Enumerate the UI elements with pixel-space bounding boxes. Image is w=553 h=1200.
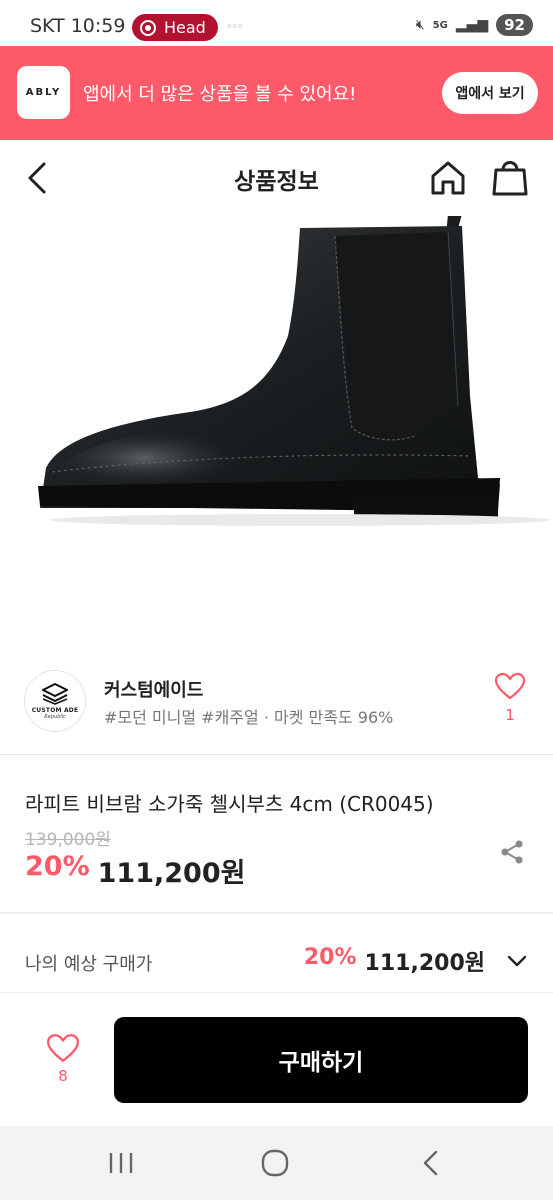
expected-price: 111,200원 [364, 951, 485, 976]
notification-icons: ◦◦◦ [226, 20, 243, 33]
chelsea-boot-image [38, 214, 550, 526]
divider [0, 912, 553, 914]
home-icon[interactable] [428, 158, 468, 198]
back-nav-icon[interactable] [420, 1148, 442, 1178]
discount-rate: 20% [25, 851, 90, 882]
recording-indicator[interactable]: Head [132, 14, 218, 41]
shopping-bag-icon[interactable] [490, 156, 530, 198]
product-name: 라피트 비브람 소가죽 첼시부츠 4cm (CR0045) [25, 792, 434, 816]
system-nav-bar [0, 1126, 553, 1200]
ably-logo: ABLY [17, 66, 70, 119]
seller-section[interactable]: CUSTOM ADE Republic 커스텀에이드 #모던 미니멀 #캐주얼 … [0, 656, 553, 754]
battery-indicator: 92 [496, 14, 533, 36]
seller-name[interactable]: 커스텀에이드 [104, 676, 203, 702]
expected-price-value: 20% 111,200원 [304, 945, 485, 977]
like-button[interactable]: 8 [44, 1033, 82, 1085]
heart-icon [46, 1034, 80, 1062]
avatar-sublabel: Republic [44, 713, 66, 720]
original-price: 139,000원 [25, 830, 111, 850]
seller-like-count: 1 [505, 706, 515, 724]
network-label: 5G [432, 19, 448, 31]
product-image[interactable] [0, 214, 553, 656]
recent-apps-icon[interactable] [106, 1150, 136, 1176]
avatar-label: CUSTOM ADE [31, 706, 79, 714]
price-row: 20% 111,200원 [25, 851, 245, 890]
seller-logo-icon [42, 682, 68, 705]
bottom-action-bar: 8 구매하기 [0, 992, 553, 1126]
sale-price: 111,200원 [97, 858, 246, 889]
share-icon[interactable] [498, 838, 526, 866]
status-bar: SKT 10:59 Head ◦◦◦ 🔇︎ 5G ▂▄▆ 92 [0, 0, 553, 46]
home-nav-icon[interactable] [260, 1148, 290, 1178]
record-icon [140, 19, 156, 36]
app-download-banner: ABLY 앱에서 더 많은 상품을 볼 수 있어요! 앱에서 보기 [0, 46, 553, 140]
seller-avatar[interactable]: CUSTOM ADE Republic [24, 670, 86, 732]
page-header: 상품정보 [0, 140, 553, 216]
buy-button[interactable]: 구매하기 [114, 1017, 528, 1103]
like-count: 8 [58, 1067, 68, 1085]
seller-like-button[interactable]: 1 [494, 672, 526, 724]
expected-discount: 20% [303, 945, 357, 970]
status-time: SKT 10:59 [30, 15, 126, 37]
mute-icon: 🔇︎ [415, 17, 425, 33]
status-indicators: 🔇︎ 5G ▂▄▆ 92 [416, 14, 533, 36]
recording-label: Head [164, 18, 206, 37]
expected-price-row[interactable]: 나의 예상 구매가 20% 111,200원 [0, 930, 553, 990]
page-title: 상품정보 [234, 169, 319, 195]
open-in-app-button[interactable]: 앱에서 보기 [442, 72, 538, 114]
banner-message: 앱에서 더 많은 상품을 볼 수 있어요! [83, 84, 357, 105]
expected-price-label: 나의 예상 구매가 [25, 954, 153, 975]
chevron-down-icon[interactable] [506, 952, 528, 970]
heart-icon [494, 672, 526, 700]
seller-tags: #모던 미니멀 #캐주얼 · 마켓 만족도 96% [104, 708, 394, 727]
divider [0, 754, 553, 755]
signal-icon: ▂▄▆ [455, 17, 489, 33]
